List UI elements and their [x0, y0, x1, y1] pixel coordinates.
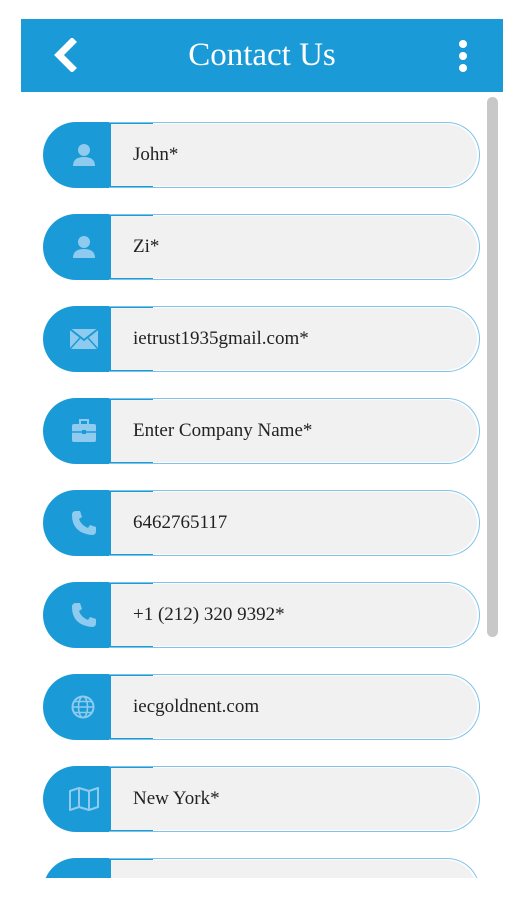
phone-value[interactable]: +1 (212) 320 9392*: [133, 582, 285, 648]
input-border: [109, 214, 480, 280]
company-value[interactable]: Enter Company Name*: [133, 398, 312, 464]
more-vertical-icon: [458, 39, 468, 73]
person-icon: [71, 234, 97, 260]
first-name-value[interactable]: John*: [133, 122, 178, 188]
city-field[interactable]: New York*: [43, 766, 481, 832]
mobile-phone-field[interactable]: 6462765117: [43, 490, 481, 556]
mobile-phone-value[interactable]: 6462765117: [133, 490, 227, 556]
input-border: [109, 858, 480, 878]
email-value[interactable]: ietrust1935gmail.com*: [133, 306, 309, 372]
first-name-field[interactable]: John*: [43, 122, 481, 188]
company-field[interactable]: Enter Company Name*: [43, 398, 481, 464]
map-icon: [69, 787, 99, 811]
contact-form: John* Zi* ietrust1935gmail.com* Enter Co…: [21, 92, 503, 878]
back-button[interactable]: [47, 37, 83, 73]
website-field[interactable]: iecgoldnent.com: [43, 674, 481, 740]
partial-field[interactable]: [43, 858, 481, 878]
overflow-menu-button[interactable]: [445, 37, 481, 75]
globe-icon: [71, 695, 95, 719]
screen: Contact Us John* Zi* ietrust1935gmail.co…: [0, 0, 513, 900]
last-name-field[interactable]: Zi*: [43, 214, 481, 280]
briefcase-icon: [71, 419, 97, 443]
last-name-value[interactable]: Zi*: [133, 214, 159, 280]
envelope-icon: [69, 328, 99, 350]
app-bar: Contact Us: [21, 19, 503, 92]
chevron-left-icon: [53, 38, 77, 72]
email-field[interactable]: ietrust1935gmail.com*: [43, 306, 481, 372]
scrollbar[interactable]: [487, 97, 498, 637]
page-title: Contact Us: [188, 37, 336, 73]
website-value[interactable]: iecgoldnent.com: [133, 674, 259, 740]
person-icon: [71, 142, 97, 168]
phone-icon: [71, 602, 97, 628]
city-value[interactable]: New York*: [133, 766, 220, 832]
phone-icon: [71, 510, 97, 536]
phone-field[interactable]: +1 (212) 320 9392*: [43, 582, 481, 648]
